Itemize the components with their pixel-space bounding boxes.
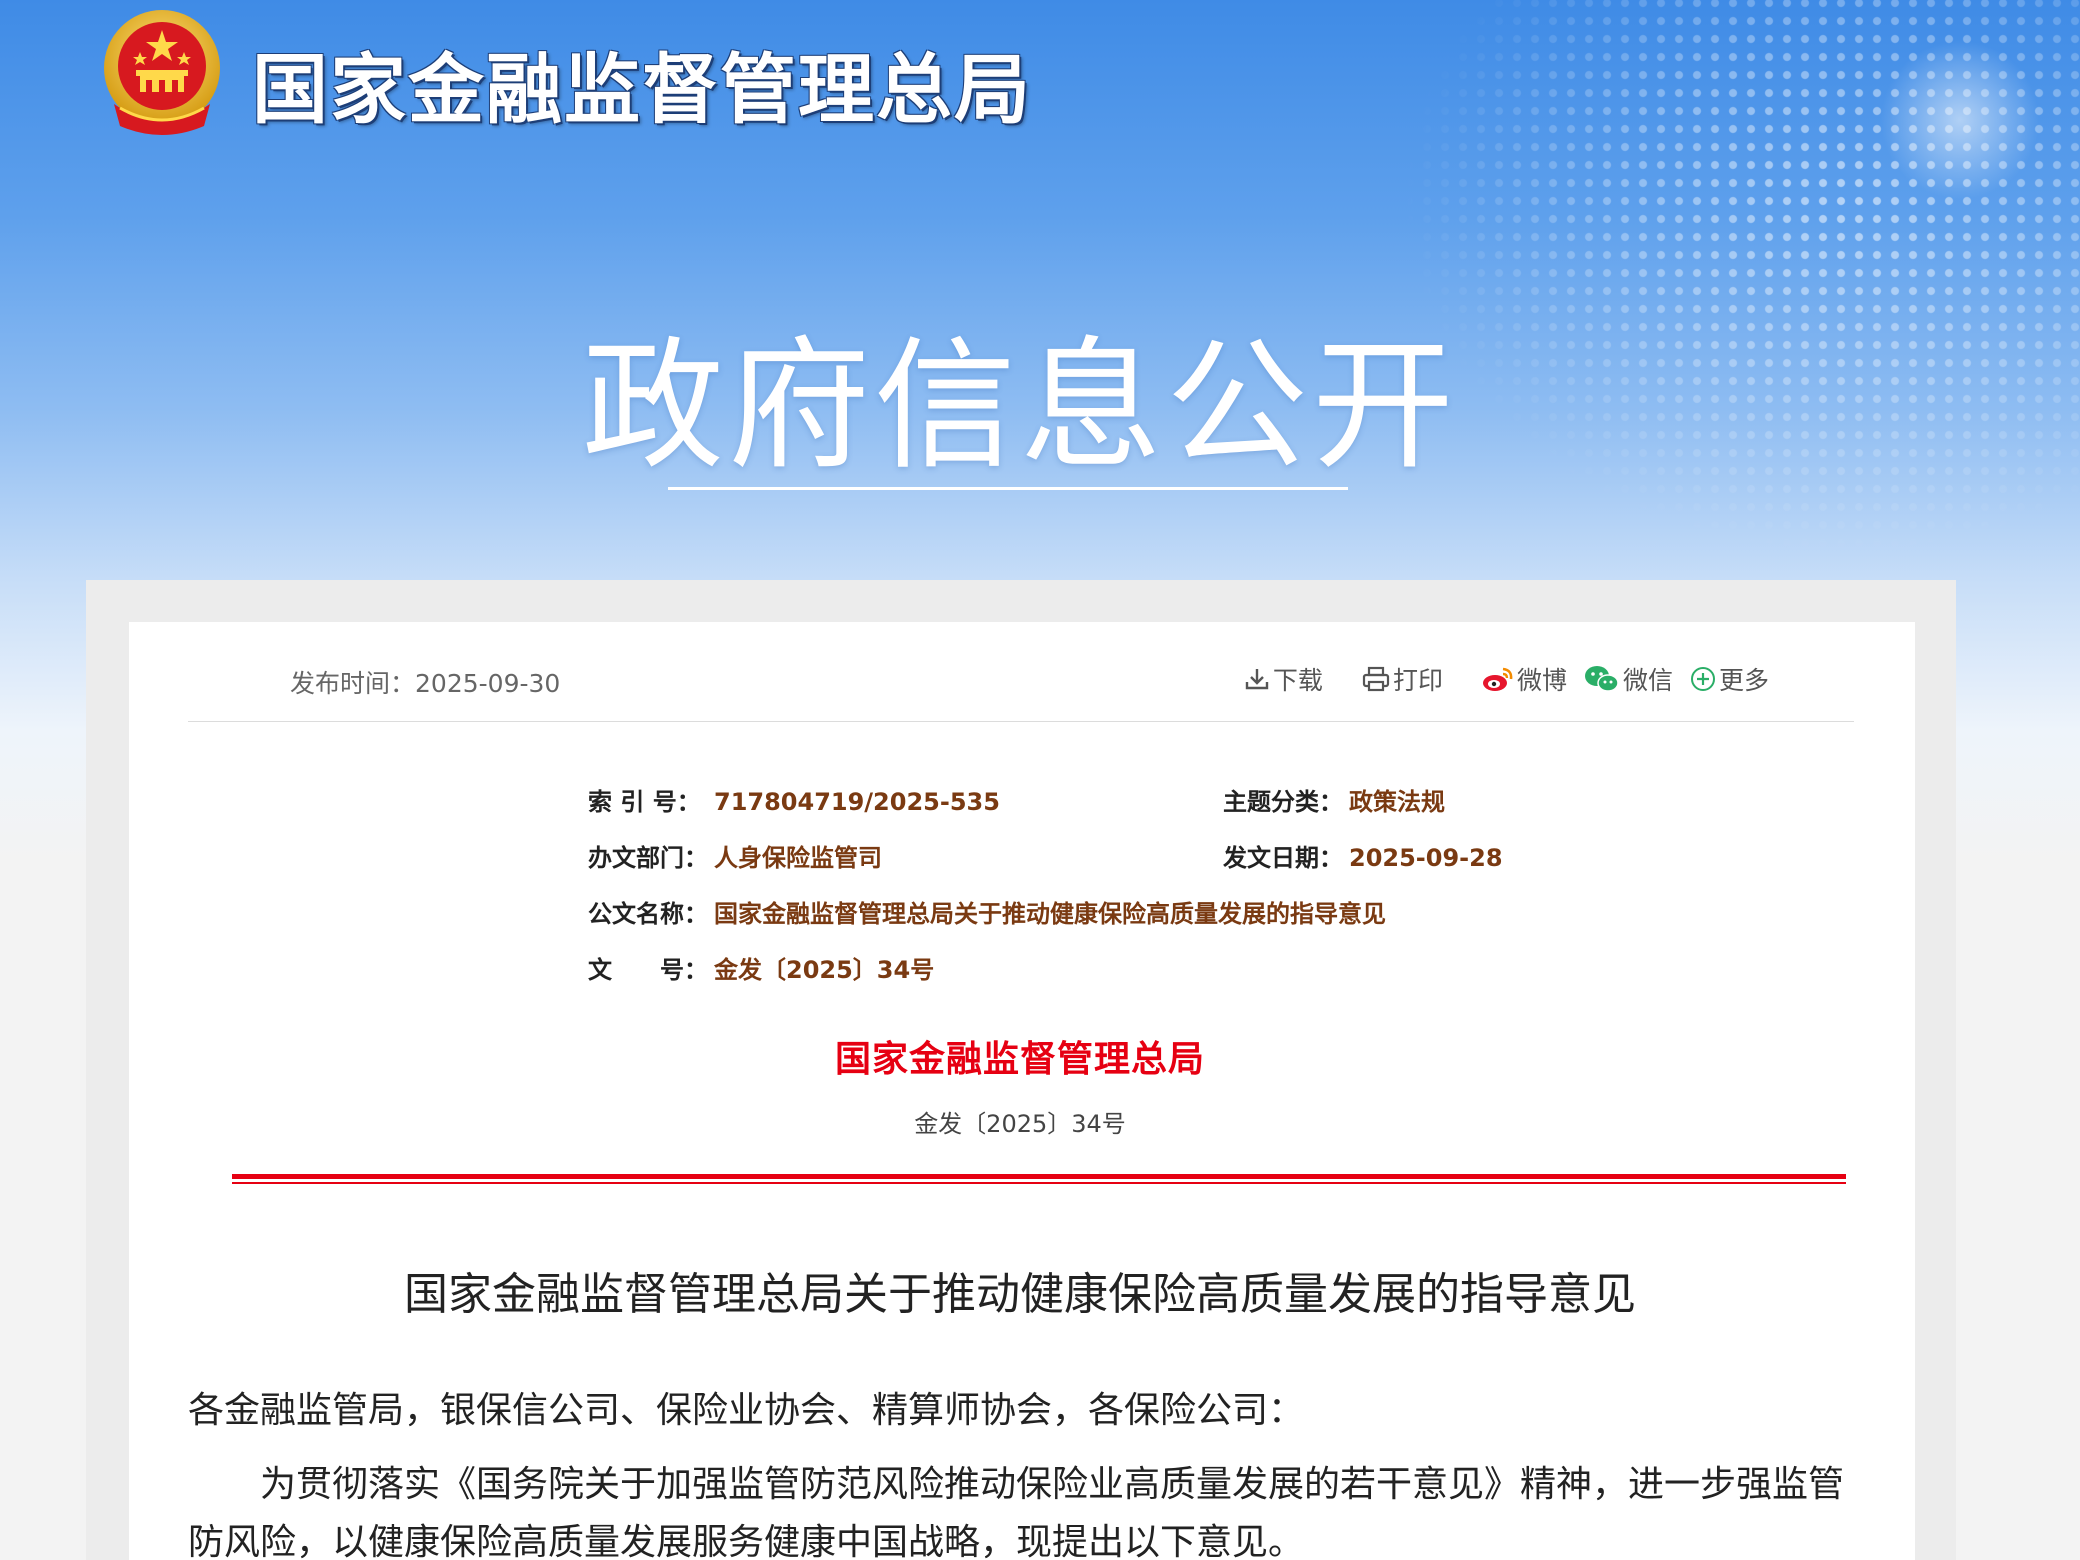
print-icon xyxy=(1362,666,1390,692)
more-share-button[interactable]: 更多 xyxy=(1689,661,1769,697)
wechat-share-button[interactable]: 微信 xyxy=(1583,661,1673,697)
document-title: 国家金融监督管理总局关于推动健康保险高质量发展的指导意见 xyxy=(404,1269,1636,1320)
dept-value: 人身保险监管司 xyxy=(714,844,882,872)
weibo-label: 微博 xyxy=(1516,666,1567,695)
info-index: 索 引 号： 717804719/2025-535 xyxy=(588,782,1000,817)
salutation: 各金融监管局，银保信公司、保险业协会、精算师协会，各保险公司： xyxy=(188,1390,1305,1431)
wechat-icon xyxy=(1584,666,1619,692)
body-paragraph: 为贯彻落实《国务院关于加强监管防范风险推动保险业高质量发展的若干意见》精神，进一… xyxy=(188,1464,1845,1560)
wechat-label: 微信 xyxy=(1622,666,1673,695)
download-button[interactable]: 下载 xyxy=(1243,661,1323,697)
doc-number-value: 金发〔2025〕34号 xyxy=(714,956,935,984)
hero-title: 政府信息公开 xyxy=(582,324,1458,489)
national-emblem-icon[interactable] xyxy=(100,8,224,136)
info-doc-number: 文 号： 金发〔2025〕34号 xyxy=(588,950,934,985)
weibo-icon xyxy=(1482,667,1513,691)
doc-name-value: 国家金融监督管理总局关于推动健康保险高质量发展的指导意见 xyxy=(714,900,1386,928)
publish-label: 发布时间： xyxy=(290,669,416,698)
info-topic: 主题分类： 政策法规 xyxy=(1223,782,1445,817)
hero-underline xyxy=(668,487,1348,490)
weibo-share-button[interactable]: 微博 xyxy=(1481,661,1567,697)
print-label: 打印 xyxy=(1392,666,1443,695)
index-label: 索 引 号： xyxy=(588,788,701,816)
red-divider-thick xyxy=(232,1174,1846,1179)
info-dept: 办文部门： 人身保险监管司 xyxy=(588,838,882,873)
index-value: 717804719/2025-535 xyxy=(714,788,1000,816)
publish-time: 发布时间：2025-09-30 xyxy=(290,664,560,700)
more-label: 更多 xyxy=(1718,666,1769,695)
dept-label: 办文部门： xyxy=(588,844,708,872)
doc-number-center: 金发〔2025〕34号 xyxy=(914,1110,1126,1138)
issue-date-label: 发文日期： xyxy=(1223,844,1343,872)
publish-date: 2025-09-30 xyxy=(415,669,561,698)
topic-label: 主题分类： xyxy=(1223,788,1343,816)
doc-number-label: 文 号： xyxy=(588,956,708,984)
banner-glow xyxy=(1880,40,2040,200)
org-name: 国家金融监督管理总局 xyxy=(252,45,1032,134)
issue-date-value: 2025-09-28 xyxy=(1349,844,1503,872)
plus-circle-icon xyxy=(1690,667,1715,691)
download-icon xyxy=(1245,669,1269,690)
download-label: 下载 xyxy=(1272,666,1323,695)
info-doc-name: 公文名称： 国家金融监督管理总局关于推动健康保险高质量发展的指导意见 xyxy=(588,894,1386,929)
meta-bar: 发布时间：2025-09-30 下载 打印 微博 微信 更多 xyxy=(188,640,1854,722)
info-issue-date: 发文日期： 2025-09-28 xyxy=(1223,838,1503,873)
doc-name-label: 公文名称： xyxy=(588,900,708,928)
print-button[interactable]: 打印 xyxy=(1361,661,1443,697)
share-toolbar: 下载 打印 微博 微信 更多 xyxy=(1243,660,1769,698)
issuer-heading: 国家金融监督管理总局 xyxy=(834,1039,1205,1080)
red-divider-thin xyxy=(232,1182,1846,1184)
topic-value: 政策法规 xyxy=(1349,788,1445,816)
